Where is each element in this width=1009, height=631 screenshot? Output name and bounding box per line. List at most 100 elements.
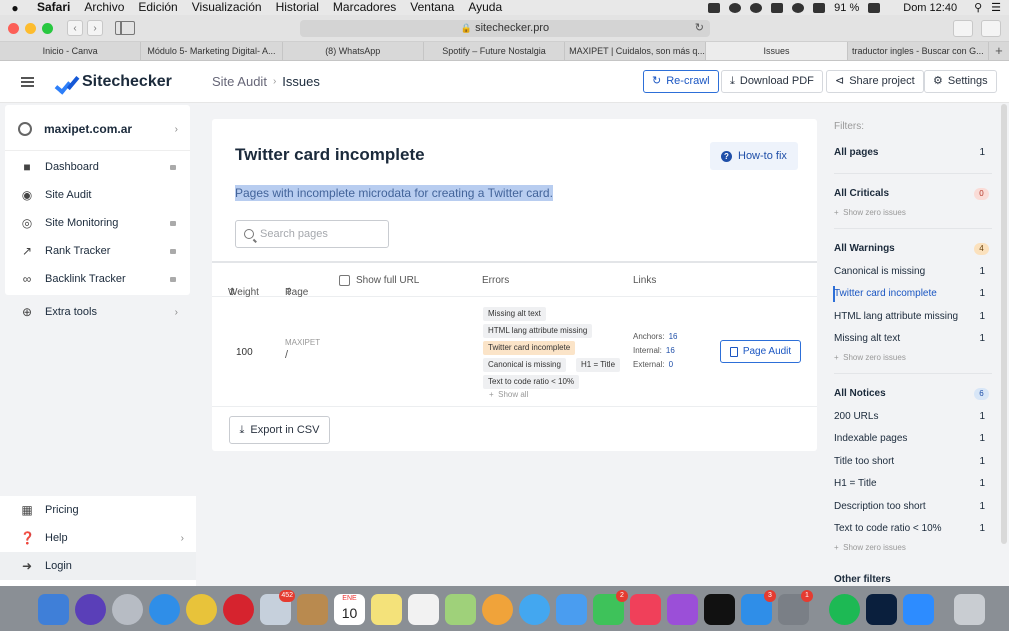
wifi-icon[interactable] (792, 2, 805, 13)
menu-marcadores[interactable]: Marcadores (326, 0, 403, 15)
settings-button[interactable]: ⚙ Settings (924, 70, 997, 93)
menu-ventana[interactable]: Ventana (403, 0, 461, 15)
contacts-icon[interactable] (297, 593, 328, 625)
sidebar-item-login[interactable]: ➜ Login (0, 552, 196, 580)
sidebar-item-pricing[interactable]: ▦ Pricing (0, 496, 196, 524)
show-zero-issues-warnings[interactable]: + Show zero issues (834, 350, 906, 366)
filter-indexable-pages[interactable]: Indexable pages (834, 431, 907, 447)
siri-icon[interactable] (75, 593, 106, 625)
facetime-icon[interactable]: 2 (593, 589, 628, 625)
filter-twitter-card-incomplete[interactable]: Twitter card incomplete (834, 286, 937, 302)
control-center-icon[interactable]: ☰ (991, 1, 1001, 14)
sidebar-item-site-audit[interactable]: ◉ Site Audit (5, 181, 190, 209)
spotlight-icon[interactable]: ⚲ (974, 1, 982, 14)
tab-overview-icon[interactable] (981, 20, 1001, 37)
trash-icon[interactable] (954, 593, 985, 625)
spotify-icon[interactable] (829, 593, 860, 625)
export-csv-button[interactable]: ⤓ Export in CSV (229, 416, 330, 444)
error-tag[interactable]: Text to code ratio < 10% (483, 375, 580, 389)
row-page-path[interactable]: / (285, 349, 288, 361)
zoom-icon[interactable] (903, 593, 934, 625)
volume-icon[interactable] (813, 2, 826, 13)
menu-edicion[interactable]: Edición (131, 0, 184, 15)
error-tag[interactable]: HTML lang attribute missing (483, 324, 593, 338)
app-store-icon[interactable]: 3 (741, 589, 776, 625)
error-tag-current[interactable]: Twitter card incomplete (483, 341, 576, 355)
tab-canva[interactable]: Inicio - Canva (0, 42, 142, 60)
sidebar-item-extra-tools[interactable]: ⊕ Extra tools › (5, 298, 190, 326)
show-zero-issues-notices[interactable]: + Show zero issues (834, 540, 906, 556)
maps-icon[interactable] (445, 593, 476, 625)
hamburger-menu-icon[interactable] (21, 77, 34, 87)
sidebar-item-backlink-tracker[interactable]: ∞ Backlink Tracker (5, 265, 190, 293)
numbers-icon[interactable] (556, 593, 587, 625)
site-selector[interactable]: maxipet.com.ar › (5, 111, 190, 147)
menu-historial[interactable]: Historial (269, 0, 326, 15)
page-scrollbar[interactable] (1001, 104, 1007, 544)
filter-missing-alt-text[interactable]: Missing alt text (834, 331, 900, 347)
chrome-icon[interactable] (186, 593, 217, 625)
apple-icon[interactable]: ● (0, 1, 30, 15)
show-full-url-checkbox[interactable] (339, 275, 350, 286)
filter-all-criticals[interactable]: All Criticals (834, 186, 889, 202)
tab-whatsapp[interactable]: (8) WhatsApp (283, 42, 424, 60)
menu-ayuda[interactable]: Ayuda (461, 0, 509, 15)
filter-h1-title[interactable]: H1 = Title (834, 476, 877, 492)
share-page-icon[interactable] (953, 20, 973, 37)
filter-description-too-short[interactable]: Description too short (834, 499, 926, 515)
reminders-icon[interactable] (408, 593, 439, 625)
filter-all-warnings[interactable]: All Warnings (834, 241, 895, 257)
download-pdf-button[interactable]: ⤓ Download PDF (721, 70, 823, 93)
music-icon[interactable] (630, 593, 661, 625)
address-bar[interactable]: 🔒 sitechecker.pro ↻ (300, 20, 710, 37)
safari-icon[interactable] (149, 593, 180, 625)
filter-all-pages[interactable]: All pages (834, 145, 878, 161)
notes-icon[interactable] (371, 593, 402, 625)
podcasts-icon[interactable] (667, 593, 698, 625)
clock[interactable]: Dom 12:40 (903, 2, 957, 14)
external-count[interactable]: 0 (669, 360, 673, 369)
filter-other-filters[interactable]: Other filters (834, 572, 891, 586)
opera-icon[interactable] (223, 593, 254, 625)
sidebar-item-dashboard[interactable]: ■ Dashboard (5, 153, 190, 181)
adobe-icon[interactable] (708, 2, 721, 13)
show-all-link[interactable]: + Show all (489, 390, 528, 399)
photoshop-icon[interactable] (866, 593, 897, 625)
screen-icon[interactable] (771, 2, 784, 13)
battery-icon[interactable] (868, 2, 881, 13)
filter-text-code-ratio[interactable]: Text to code ratio < 10% (834, 521, 942, 537)
apple-tv-icon[interactable] (704, 593, 735, 625)
menu-archivo[interactable]: Archivo (77, 0, 131, 15)
breadcrumb-site-audit[interactable]: Site Audit (212, 74, 267, 89)
anchors-count[interactable]: 16 (669, 332, 678, 341)
page-audit-button[interactable]: Page Audit (720, 340, 801, 363)
share-project-button[interactable]: ⊲ Share project (826, 70, 924, 93)
filter-all-notices[interactable]: All Notices (834, 386, 886, 402)
system-preferences-icon[interactable]: 1 (778, 589, 813, 625)
internal-count[interactable]: 16 (666, 346, 675, 355)
filter-title-too-short[interactable]: Title too short (834, 454, 894, 470)
how-to-fix-button[interactable]: ? How-to fix (710, 142, 798, 170)
sidebar-item-help[interactable]: ❓ Help › (0, 524, 196, 552)
sidebar-item-site-monitoring[interactable]: ◎ Site Monitoring (5, 209, 190, 237)
back-button[interactable]: ‹ (67, 20, 83, 36)
launchpad-icon[interactable] (112, 593, 143, 625)
zoom-window-button[interactable] (42, 22, 53, 34)
tab-maxipet[interactable]: MAXIPET | Cuidalos, son más q... (565, 42, 707, 60)
new-tab-button[interactable]: + (989, 42, 1009, 60)
tab-spotify[interactable]: Spotify – Future Nostalgia (424, 42, 566, 60)
error-tag[interactable]: Canonical is missing (483, 358, 566, 372)
reload-icon[interactable]: ↻ (695, 20, 704, 37)
error-tag[interactable]: H1 = Title (576, 358, 621, 372)
tab-issues[interactable]: Issues (706, 42, 848, 60)
search-input[interactable] (260, 228, 380, 240)
filter-canonical-missing[interactable]: Canonical is missing (834, 264, 925, 280)
messages-icon[interactable] (519, 593, 550, 625)
show-zero-issues-criticals[interactable]: + Show zero issues (834, 205, 906, 221)
photos-icon[interactable] (482, 593, 513, 625)
filter-html-lang-missing[interactable]: HTML lang attribute missing (834, 309, 958, 325)
close-window-button[interactable] (8, 22, 19, 34)
finder-icon[interactable] (38, 593, 69, 625)
activity-icon[interactable] (750, 2, 763, 13)
tab-modulo[interactable]: Módulo 5- Marketing Digital- A... (141, 42, 283, 60)
